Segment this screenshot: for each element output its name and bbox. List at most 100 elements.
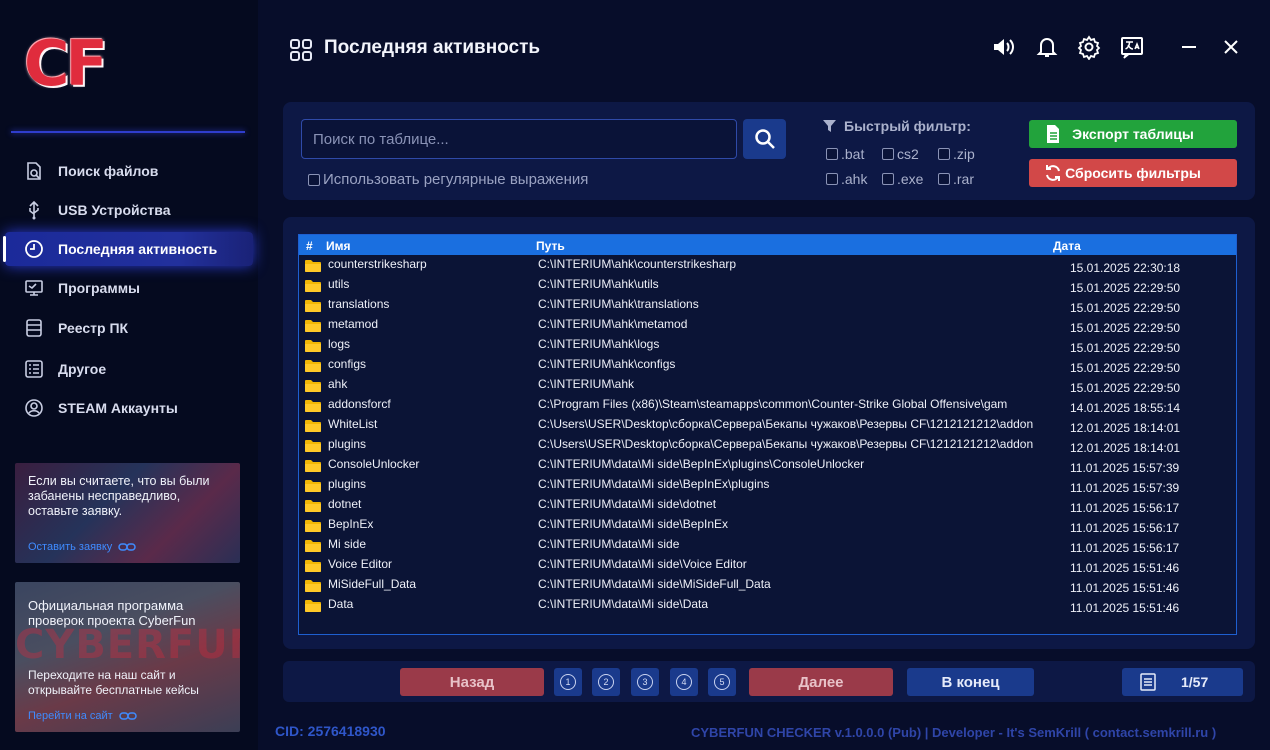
filter-zip[interactable]: .zip [938, 146, 975, 162]
monitor-icon [23, 277, 45, 299]
regex-label: Использовать регулярные выражения [323, 171, 589, 188]
table-row[interactable]: counterstrikesharp C:\INTERIUM\ahk\counte… [299, 255, 1236, 275]
search-button[interactable] [743, 119, 786, 159]
filter-label: cs2 [897, 146, 919, 162]
prev-page-button[interactable]: Назад [400, 668, 544, 696]
column-header-date[interactable]: Дата [1053, 239, 1081, 253]
row-date: 15.01.2025 22:29:50 [1070, 321, 1181, 335]
file-search-icon [23, 160, 45, 182]
appeal-link[interactable]: Оставить заявку [28, 541, 137, 553]
table-row[interactable]: plugins C:\Users\USER\Desktop\сборка\Серв… [299, 435, 1236, 455]
row-name: translations [328, 297, 390, 311]
promo-watermark: CYBERFUN [15, 622, 240, 668]
sidebar-item-usb[interactable]: USB Устройства [5, 193, 253, 227]
table-row[interactable]: Mi side C:\INTERIUM\data\Mi side 11.01.202… [299, 535, 1236, 555]
table-row[interactable]: Data C:\INTERIUM\data\Mi side\Data 11.01.2… [299, 595, 1236, 615]
sidebar-item-registry[interactable]: Реестр ПК [5, 311, 253, 345]
close-icon[interactable] [1218, 34, 1244, 60]
filter-exe[interactable]: .exe [882, 171, 923, 187]
sidebar-item-recent-activity[interactable]: Последняя активность [3, 232, 253, 266]
table-row[interactable]: BepInEx C:\INTERIUM\data\Mi side\BepInEx 1… [299, 515, 1236, 535]
sidebar-item-label: Последняя активность [58, 241, 218, 257]
filter-cs2[interactable]: cs2 [882, 146, 919, 162]
table-row[interactable]: MiSideFull_Data C:\INTERIUM\data\Mi side\… [299, 575, 1236, 595]
page-button-3[interactable]: 3 [631, 668, 659, 696]
appeal-promo-card[interactable]: Если вы считаете, что вы были забанены н… [15, 463, 240, 563]
page-counter: 1/57 [1122, 668, 1243, 696]
sidebar-item-label: USB Устройства [58, 202, 171, 218]
filter-ahk[interactable]: .ahk [826, 171, 867, 187]
filter-bat[interactable]: .bat [826, 146, 864, 162]
sidebar-item-label: Другое [58, 361, 107, 377]
row-date: 11.01.2025 15:51:46 [1070, 561, 1180, 575]
table-row[interactable]: configs C:\INTERIUM\ahk\configs 15.01.2025… [299, 355, 1236, 375]
table-row[interactable]: dotnet C:\INTERIUM\data\Mi side\dotnet 11.… [299, 495, 1236, 515]
row-name: Data [328, 597, 354, 611]
quick-filter-title: Быстрый фильтр: [823, 118, 971, 134]
filter-label: .ahk [841, 171, 868, 187]
search-input[interactable] [301, 119, 737, 159]
folder-icon [305, 379, 321, 392]
column-header-name[interactable]: Имя [326, 239, 351, 253]
bell-icon[interactable] [1034, 34, 1060, 60]
folder-icon [305, 479, 321, 492]
page-button-1[interactable]: 1 [554, 668, 582, 696]
last-page-button[interactable]: В конец [907, 668, 1034, 696]
table-header: # Имя Путь Дата [299, 235, 1236, 255]
regex-checkbox[interactable]: Использовать регулярные выражения [308, 171, 588, 188]
column-header-num[interactable]: # [306, 239, 313, 253]
folder-icon [305, 559, 321, 572]
row-name: plugins [328, 477, 367, 491]
folder-icon [305, 359, 321, 372]
export-table-button[interactable]: Экспорт таблицы [1029, 120, 1237, 148]
website-link[interactable]: Перейти на сайт [28, 710, 137, 722]
table-row[interactable]: plugins C:\INTERIUM\data\Mi side\BepInEx\… [299, 475, 1236, 495]
page-button-5[interactable]: 5 [708, 668, 736, 696]
appeal-link-label[interactable]: Оставить заявку [28, 541, 112, 553]
checkbox[interactable] [882, 173, 894, 185]
table-row[interactable]: logs C:\INTERIUM\ahk\logs 15.01.2025 22:29… [299, 335, 1236, 355]
table-row[interactable]: metamod C:\INTERIUM\ahk\metamod 15.01.2025… [299, 315, 1236, 335]
gear-icon[interactable] [1076, 34, 1102, 61]
row-date: 12.01.2025 18:14:01 [1070, 441, 1181, 455]
table-row[interactable]: ahk C:\INTERIUM\ahk 15.01.2025 22:29:50 [299, 375, 1236, 395]
page-button-2[interactable]: 2 [592, 668, 620, 696]
checkbox[interactable] [938, 148, 950, 160]
column-header-path[interactable]: Путь [536, 239, 565, 253]
row-name: counterstrikesharp [328, 257, 427, 271]
volume-icon[interactable] [990, 34, 1016, 60]
checkbox[interactable] [938, 173, 950, 185]
row-date: 15.01.2025 22:29:50 [1070, 301, 1181, 315]
document-icon [1140, 673, 1156, 691]
table-row[interactable]: ConsoleUnlocker C:\INTERIUM\data\Mi side\… [299, 455, 1236, 475]
sidebar-item-other[interactable]: Другое [5, 352, 253, 386]
checkbox[interactable] [826, 148, 838, 160]
page-button-4[interactable]: 4 [670, 668, 698, 696]
website-link-label[interactable]: Перейти на сайт [28, 710, 113, 722]
checkbox[interactable] [308, 173, 320, 186]
table-row[interactable]: Voice Editor C:\INTERIUM\data\Mi side\Voi… [299, 555, 1236, 575]
filter-rar[interactable]: .rar [938, 171, 974, 187]
folder-icon [305, 599, 321, 612]
checkbox[interactable] [826, 173, 838, 185]
table-row[interactable]: translations C:\INTERIUM\ahk\translations… [299, 295, 1236, 315]
reset-filters-button[interactable]: Сбросить фильтры [1029, 159, 1237, 187]
appeal-promo-text: Если вы считаете, что вы были забанены н… [28, 474, 210, 518]
table-row[interactable]: WhiteList C:\Users\USER\Desktop\сборка\Се… [299, 415, 1236, 435]
checkbox[interactable] [882, 148, 894, 160]
website-promo-card[interactable]: CYBERFUN Официальная программа проверок … [15, 582, 240, 732]
table-row[interactable]: utils C:\INTERIUM\ahk\utils 15.01.2025 22:… [299, 275, 1236, 295]
folder-icon [305, 519, 321, 532]
reset-label: Сбросить фильтры [1065, 165, 1201, 181]
footer-credits: CYBERFUN CHECKER v.1.0.0.0 (Pub) | Devel… [691, 725, 1217, 740]
page-title: Последняя активность [324, 37, 541, 58]
sidebar-item-file-search[interactable]: Поиск файлов [5, 154, 253, 188]
page-number: 1 [560, 674, 576, 690]
sidebar-item-programs[interactable]: Программы [5, 271, 253, 305]
row-date: 15.01.2025 22:29:50 [1070, 381, 1181, 395]
minimize-icon[interactable] [1176, 34, 1202, 60]
next-page-button[interactable]: Далее [749, 668, 893, 696]
translate-icon[interactable] [1119, 34, 1145, 60]
sidebar-item-steam-accounts[interactable]: STEAM Аккаунты [5, 391, 253, 425]
table-row[interactable]: addonsforcf C:\Program Files (x86)\Steam\… [299, 395, 1236, 415]
